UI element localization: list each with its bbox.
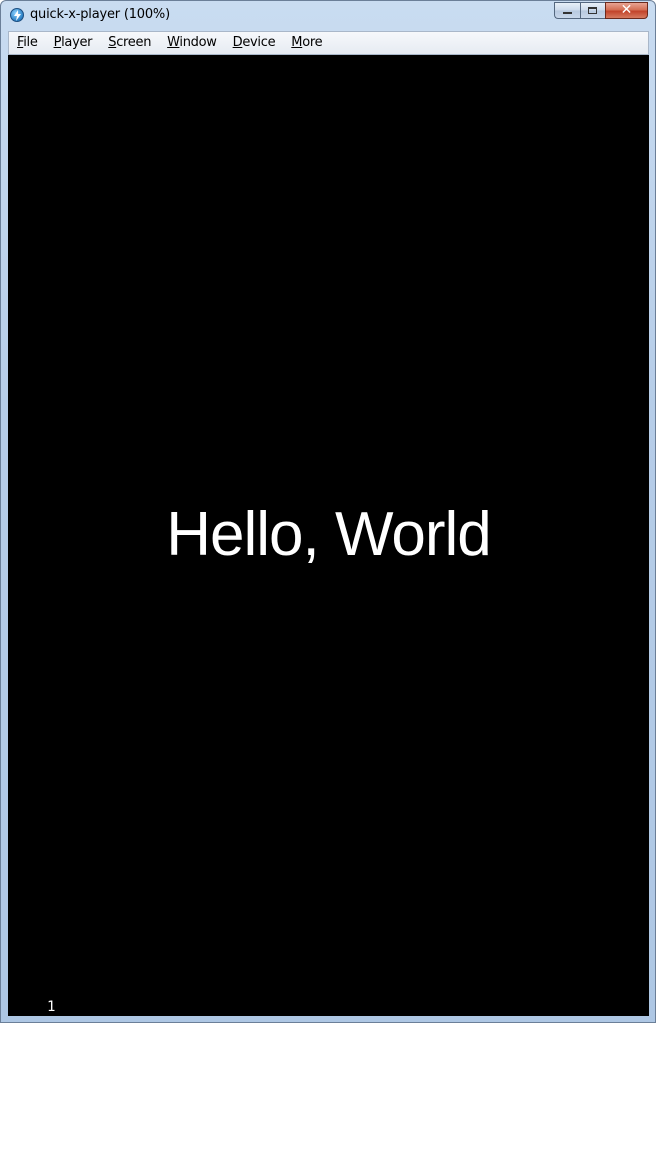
title-bar[interactable]: quick-x-player (100%) ✕ [1, 1, 655, 30]
menu-device[interactable]: Device [225, 32, 284, 54]
maximize-icon [588, 7, 597, 14]
app-icon[interactable] [10, 8, 24, 22]
app-window: quick-x-player (100%) ✕ File Player Scre… [0, 0, 656, 1117]
game-canvas[interactable]: Hello, World 1 0.016 61.9 [8, 55, 649, 1117]
maximize-button[interactable] [580, 2, 605, 19]
menu-bar: File Player Screen Window Device More [8, 31, 649, 55]
menu-screen[interactable]: Screen [100, 32, 159, 54]
stat-frame-time: 0.016 [11, 1050, 59, 1066]
minimize-icon [563, 12, 572, 14]
close-button[interactable]: ✕ [605, 2, 648, 19]
hello-world-label: Hello, World [166, 500, 492, 569]
menu-player[interactable]: Player [46, 32, 101, 54]
stat-draw-calls: 1 [47, 999, 57, 1015]
menu-window[interactable]: Window [159, 32, 224, 54]
stat-fps: 61.9 [11, 1101, 49, 1117]
minimize-button[interactable] [554, 2, 580, 19]
debug-stats: 1 0.016 61.9 [11, 965, 68, 1152]
menu-more[interactable]: More [283, 32, 330, 54]
caption-buttons: ✕ [554, 2, 648, 21]
window-title: quick-x-player (100%) [30, 7, 170, 22]
close-icon: ✕ [620, 2, 633, 18]
menu-file[interactable]: File [9, 32, 46, 54]
